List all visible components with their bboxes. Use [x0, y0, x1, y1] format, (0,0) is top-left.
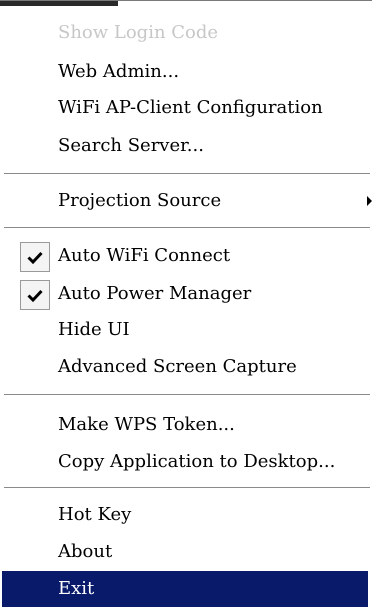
submenu-arrow-icon [367, 196, 372, 206]
menu-item-label: Web Admin... [58, 61, 180, 82]
menu-item-hide-ui[interactable]: Hide UI [0, 312, 372, 348]
menu-item-label: Exit [58, 578, 95, 599]
checkmark-icon [27, 251, 43, 264]
menu-item-label: Copy Application to Desktop... [58, 451, 336, 472]
menu-item-label: Hide UI [58, 319, 130, 340]
menu-item-projection-source[interactable]: Projection Source [0, 183, 372, 219]
check-box [20, 280, 50, 310]
menu-item-make-wps-token[interactable]: Make WPS Token... [0, 407, 372, 443]
check-box [20, 242, 50, 272]
menu-item-about[interactable]: About [0, 534, 372, 570]
menu-item-exit[interactable]: Exit [2, 571, 368, 607]
menu-item-show-login-code[interactable]: Show Login Code [0, 15, 372, 51]
menu-item-advanced-screen-capture[interactable]: Advanced Screen Capture [0, 349, 372, 385]
menu-separator [4, 173, 370, 175]
menu-item-label: Auto Power Manager [58, 283, 252, 304]
context-menu: Show Login Code Web Admin... WiFi AP-Cli… [0, 0, 372, 609]
menu-separator [4, 394, 370, 396]
menu-item-label: Projection Source [58, 190, 222, 211]
menu-item-label: Make WPS Token... [58, 414, 235, 435]
menu-item-auto-wifi-connect[interactable]: Auto WiFi Connect [0, 238, 372, 274]
checkmark-icon [27, 289, 43, 302]
menu-item-auto-power-manager[interactable]: Auto Power Manager [0, 276, 372, 312]
menu-separator [4, 227, 370, 229]
menu-item-label: WiFi AP-Client Configuration [58, 97, 323, 118]
menu-item-wifi-ap-client-configuration[interactable]: WiFi AP-Client Configuration [0, 90, 372, 126]
menu-item-label: Search Server... [58, 135, 204, 156]
menu-item-label: Advanced Screen Capture [58, 356, 297, 377]
menu-item-label: Hot Key [58, 504, 132, 525]
menu-separator [4, 487, 370, 489]
menu-top-strip [0, 1, 118, 6]
menu-item-hot-key[interactable]: Hot Key [0, 497, 372, 533]
menu-item-copy-application-to-desktop[interactable]: Copy Application to Desktop... [0, 444, 372, 480]
menu-item-label: About [58, 541, 113, 562]
menu-item-web-admin[interactable]: Web Admin... [0, 54, 372, 90]
menu-item-label: Auto WiFi Connect [58, 245, 231, 266]
menu-item-search-server[interactable]: Search Server... [0, 128, 372, 164]
menu-item-label: Show Login Code [58, 22, 219, 43]
